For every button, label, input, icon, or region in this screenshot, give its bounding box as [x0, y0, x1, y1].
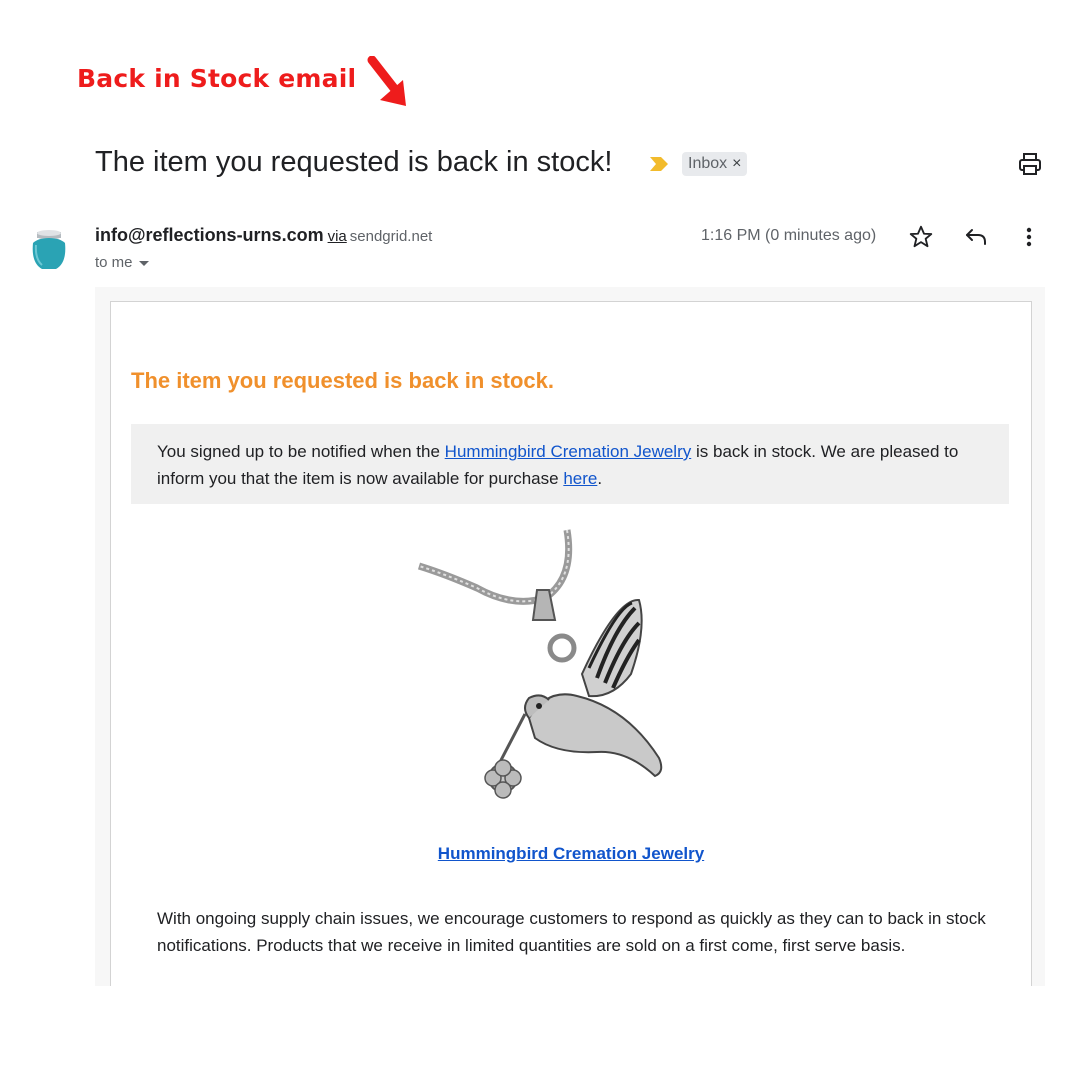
print-icon[interactable] [1017, 152, 1043, 176]
caret-down-icon[interactable] [138, 260, 149, 266]
reply-icon[interactable] [964, 226, 988, 248]
urn-avatar-icon[interactable] [24, 225, 74, 275]
product-caption-link[interactable]: Hummingbird Cremation Jewelry [111, 844, 1031, 864]
annotation-arrow-icon [367, 56, 406, 106]
star-icon[interactable] [908, 224, 934, 250]
email-body-heading: The item you requested is back in stock. [131, 368, 555, 393]
inbox-label-text: Inbox [688, 155, 728, 172]
recipient-text: to me [95, 254, 133, 271]
hummingbird-pendant-image[interactable] [417, 528, 685, 818]
supply-chain-paragraph: With ongoing supply chain issues, we enc… [157, 909, 986, 955]
notice-period: . [597, 469, 603, 488]
here-link[interactable]: here [563, 469, 597, 488]
email-subject: The item you requested is back in stock! [95, 146, 613, 178]
annotation-label: Back in Stock email [77, 64, 357, 93]
product-link-inline[interactable]: Hummingbird Cremation Jewelry [445, 442, 692, 461]
via-domain: sendgrid.net [349, 228, 433, 245]
subject-row: The item you requested is back in stock!… [95, 144, 1055, 184]
importance-marker-icon[interactable] [650, 157, 668, 171]
via-link[interactable]: via [328, 228, 347, 245]
email-body-card: The item you requested is back in stock.… [110, 301, 1032, 1002]
inbox-label-chip[interactable]: Inbox × [682, 152, 748, 176]
email-timestamp: 1:16 PM (0 minutes ago) [701, 227, 877, 244]
remove-label-icon[interactable]: × [732, 155, 741, 172]
sender-email[interactable]: info@reflections-urns.com [95, 225, 324, 245]
notice-box: You signed up to be notified when the Hu… [131, 424, 1009, 504]
recipient-dropdown[interactable]: to me [95, 254, 149, 271]
notice-text-1: You signed up to be notified when the [157, 442, 440, 461]
page-bottom-margin [0, 986, 1080, 1080]
sender-line: info@reflections-urns.com via sendgrid.net [95, 225, 432, 246]
more-options-icon[interactable] [1022, 225, 1036, 249]
email-body-frame: The item you requested is back in stock.… [95, 287, 1045, 1002]
